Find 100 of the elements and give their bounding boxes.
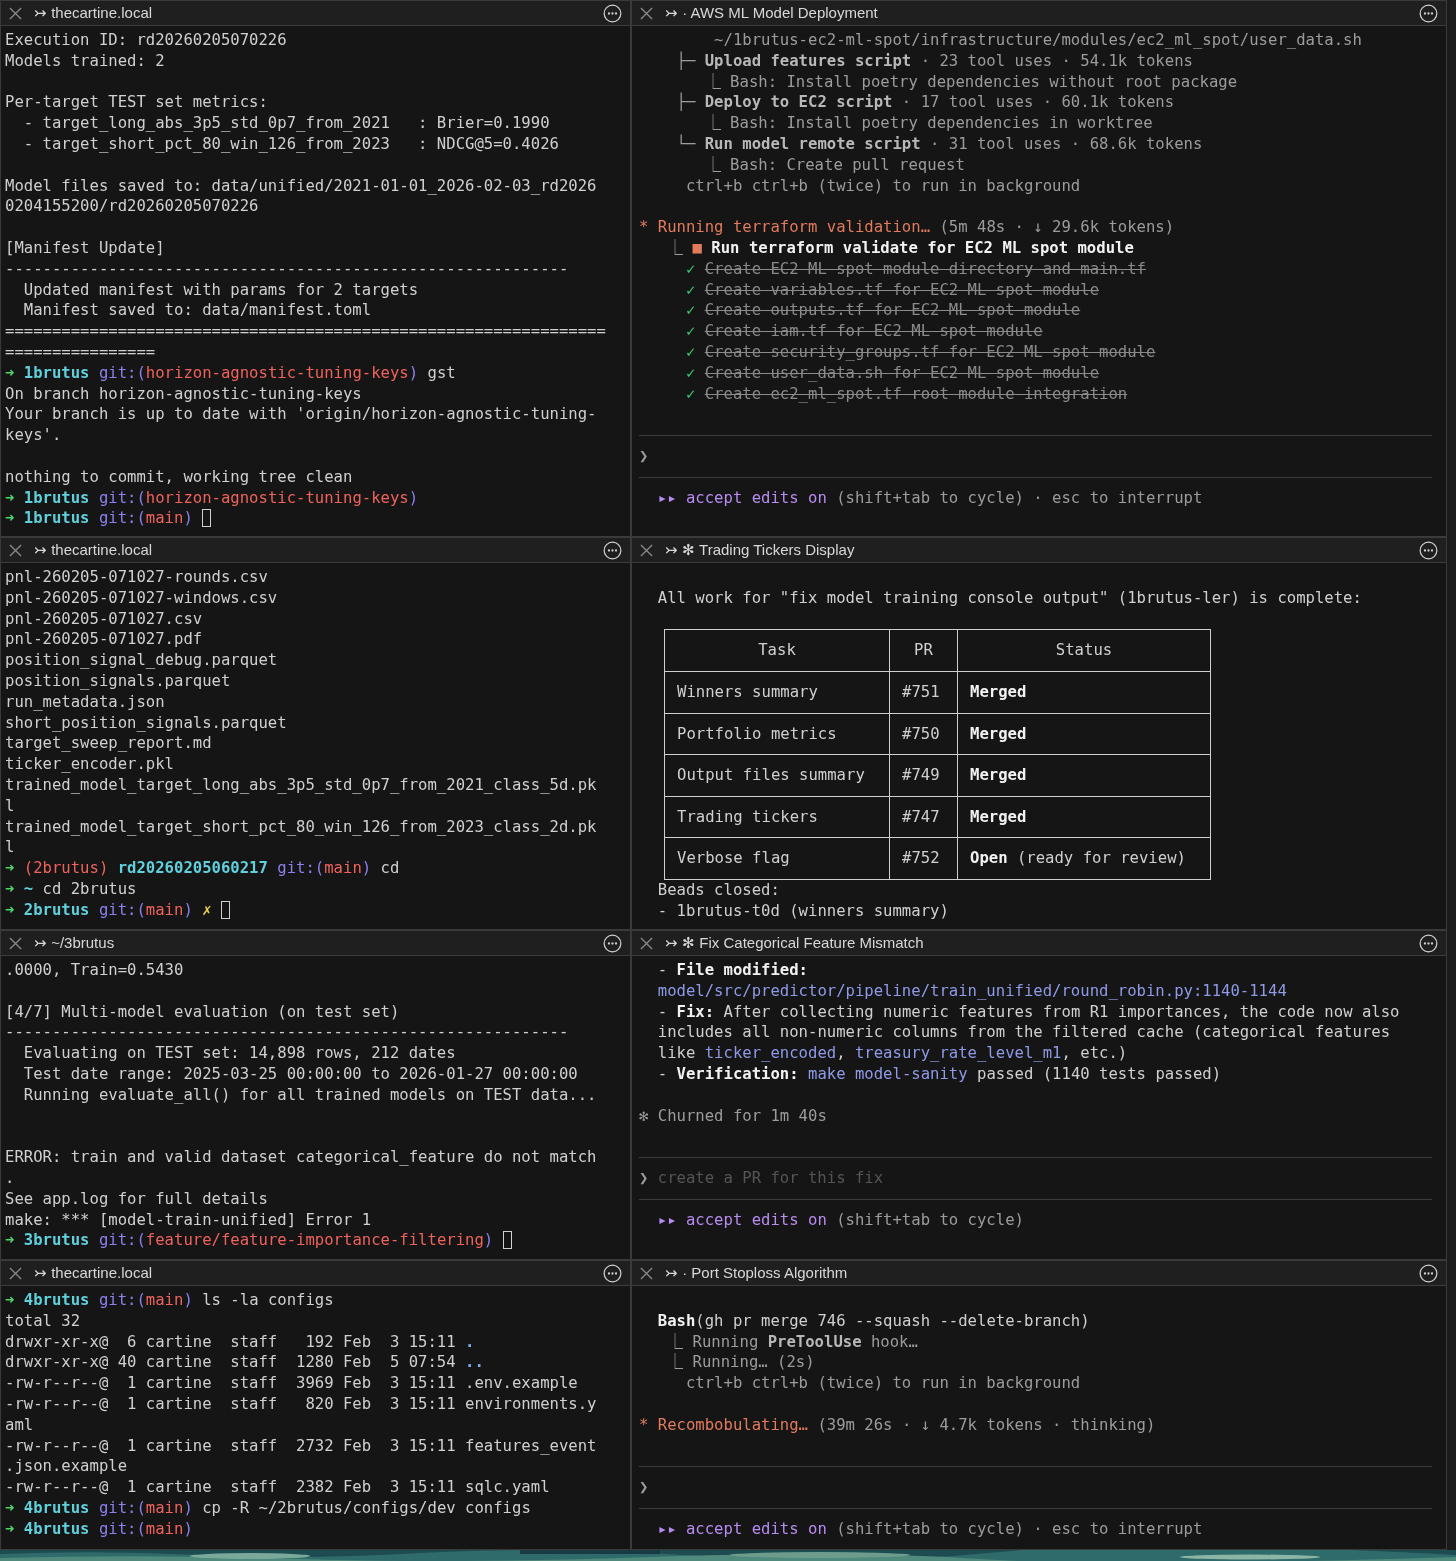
terminal-line: Model files saved to: data/unified/2021-01-01_2026-02-03_rd2026	[5, 175, 597, 197]
table-cell: Merged	[957, 713, 1210, 755]
terminal-line: ➜ 1brutus git:(main)	[5, 508, 212, 530]
close-icon[interactable]	[9, 1266, 22, 1280]
more-icon[interactable]	[603, 3, 622, 23]
pane-title: ↣ thecartine.local	[34, 541, 154, 559]
close-icon[interactable]	[640, 1266, 653, 1280]
terminal-line: ================================================================	[5, 321, 606, 342]
column-header: Status	[957, 630, 1210, 671]
terminal-line: - File modified:	[656, 960, 808, 981]
terminal-line: [Manifest Update]	[5, 237, 165, 259]
terminal-line: - target_long_abs_3p5_std_0p7_from_2021 : Brier=0.1990	[22, 113, 550, 134]
terminal-line: -rw-r--r--@ 1 cartine staff 2732 Feb 3 15:11 features_event	[5, 1435, 597, 1457]
terminal-line: ├─ Upload features script · 23 tool uses · 54.1k tokens	[675, 50, 1193, 72]
terminal-line: Evaluating on TEST set: 14,898 rows, 212 dates	[22, 1043, 456, 1064]
terminal-line: - Fix: After collecting numeric features from R1 importances, the code now also	[656, 1001, 1400, 1023]
column-header: PR	[889, 630, 957, 671]
terminal-line: pnl-260205-071027.csv	[5, 608, 203, 630]
terminal-line: Manifest saved to: data/manifest.toml	[22, 300, 372, 322]
table-cell: #749	[889, 755, 957, 796]
terminal-line: -rw-r--r--@ 1 cartine staff 3969 Feb 3 15:11 .env.example	[5, 1373, 578, 1394]
terminal-line: Test date range: 2025-03-25 00:00:00 to 2026-01-27 00:00:00	[22, 1064, 578, 1085]
terminal-line: l	[5, 795, 15, 817]
terminal-line: Beads closed:	[656, 879, 780, 901]
terminal-line: Your branch is up to date with 'origin/horizon-agnostic-tuning-	[5, 404, 597, 426]
terminal-line: target_sweep_report.md	[5, 733, 212, 755]
table-cell: Merged	[957, 796, 1210, 838]
table-cell: #747	[889, 796, 957, 838]
terminal-line: ------------------------------------------------------------	[5, 258, 569, 280]
prompt-input-field[interactable]: ❯ create a PR for this fix	[639, 1167, 1432, 1189]
terminal-line: position_signals.parquet	[5, 671, 231, 692]
terminal-line: ➜ (2brutus) rd20260205060217 git:(main) cd	[5, 858, 400, 879]
terminal-line: On branch horizon-agnostic-tuning-keys	[5, 383, 362, 405]
terminal-line: ➜ ~ cd 2brutus	[5, 878, 137, 900]
terminal-line: └─ Run model remote script · 31 tool uses · 68.6k tokens	[675, 134, 1203, 155]
more-icon[interactable]	[1419, 933, 1438, 953]
terminal-line: aml	[5, 1414, 34, 1436]
table-cell-text: Trading tickers	[676, 806, 819, 828]
terminal-line: total 32	[5, 1310, 81, 1332]
table-cell: #752	[889, 838, 957, 879]
terminal-line: Execution ID: rd20260205070226	[5, 30, 287, 51]
terminal-line: ➜ 4brutus git:(main)	[5, 1518, 193, 1540]
column-header: Task	[757, 640, 797, 662]
more-icon[interactable]	[603, 1263, 622, 1283]
terminal-line: pnl-260205-071027-rounds.csv	[5, 567, 268, 588]
terminal-line: .	[5, 1167, 15, 1189]
terminal-line: drwxr-xr-x@ 40 cartine staff 1280 Feb 5 07:54 ..	[5, 1352, 484, 1374]
terminal-line: includes all non-numeric columns from the filtered cache (categorical features	[656, 1022, 1391, 1044]
terminal-line: -rw-r--r--@ 1 cartine staff 2382 Feb 3 15:11 sqlc.yaml	[5, 1477, 550, 1498]
terminal-line: ▸▸ accept edits on (shift+tab to cycle) · esc to interrupt	[656, 487, 1203, 509]
pane-title: ↣ thecartine.local	[34, 4, 154, 22]
close-icon[interactable]	[640, 936, 653, 950]
terminal-line: pnl-260205-071027.pdf	[5, 629, 203, 651]
terminal-line: - target_short_pct_80_win_126_from_2023 : NDCG@5=0.4026	[22, 134, 559, 155]
terminal-line: * Recombobulating… (39m 26s · ↓ 4.7k tokens · thinking)	[639, 1414, 1156, 1436]
terminal-line: make: *** [model-train-unified] Error 1	[5, 1209, 372, 1231]
terminal-line: ctrl+b ctrl+b (twice) to run in background	[684, 175, 1081, 197]
close-icon[interactable]	[9, 936, 22, 950]
more-icon[interactable]	[1419, 540, 1438, 560]
terminal-line: [4/7] Multi-model evaluation (on test set)	[5, 1001, 400, 1023]
pane-title: ↣ · Port Stoploss Algorithm	[665, 1264, 849, 1282]
terminal-line: * Running terraform validation… (5m 48s · ↓ 29.6k tokens)	[639, 217, 1175, 238]
terminal-line: - 1brutus-t0d (winners summary)	[656, 900, 949, 922]
terminal-line: Bash(gh pr merge 746 --squash --delete-branch)	[656, 1310, 1090, 1332]
terminal-line: .json.example	[5, 1456, 128, 1478]
close-icon[interactable]	[640, 6, 653, 20]
terminal-line: - Verification: make model-sanity passed (1140 tests passed)	[656, 1064, 1222, 1085]
prompt-input-field[interactable]: ❯	[639, 1477, 1432, 1498]
terminal-line: like ticker_encoded, treasury_rate_level_m1, etc.)	[656, 1043, 1128, 1064]
more-icon[interactable]	[1419, 3, 1438, 23]
terminal-line: ticker_encoder.pkl	[5, 754, 174, 775]
terminal-line: Per-target TEST set metrics:	[5, 92, 268, 114]
table-cell: Merged	[957, 672, 1210, 713]
terminal-line: l	[5, 837, 15, 859]
terminal-line: ⎿ Bash: Install poetry dependencies without root package	[703, 71, 1238, 93]
pane-title: ↣ ~/3brutus	[34, 934, 116, 952]
terminal-line: ✻ Churned for 1m 40s	[639, 1105, 827, 1127]
close-icon[interactable]	[9, 6, 22, 20]
terminal-line: ➜ 4brutus git:(main) ls -la configs	[5, 1290, 334, 1311]
pane-title: ↣ ✻ Fix Categorical Feature Mismatch	[665, 934, 925, 952]
terminal-line: ERROR: train and valid dataset categorical_feature do not match	[5, 1147, 597, 1168]
terminal-line: All work for "fix model training console output" (1brutus-ler) is complete:	[656, 587, 1362, 609]
prompt-input-field[interactable]: ❯	[639, 445, 1432, 467]
table-cell-text: Winners summary	[676, 682, 819, 703]
terminal-line: ✓ Create ec2_ml_spot.tf root module integration	[684, 383, 1128, 405]
terminal-line: Running evaluate_all() for all trained models on TEST data...	[22, 1084, 597, 1106]
more-icon[interactable]	[603, 933, 622, 953]
terminal-line: drwxr-xr-x@ 6 cartine staff 192 Feb 3 15:11 .	[5, 1331, 475, 1353]
close-icon[interactable]	[9, 543, 22, 557]
terminal-line: ➜ 1brutus git:(horizon-agnostic-tuning-keys)	[5, 487, 419, 509]
terminal-line: ➜ 3brutus git:(feature/feature-importance-filtering)	[5, 1230, 512, 1252]
close-icon[interactable]	[640, 543, 653, 557]
table-cell: Open (ready for review)	[957, 838, 1210, 879]
pane-title: ↣ ✻ Trading Tickers Display	[665, 541, 856, 559]
terminal-line: ➜ 2brutus git:(main) ✗	[5, 899, 230, 921]
more-icon[interactable]	[603, 540, 622, 560]
terminal-line: pnl-260205-071027-windows.csv	[5, 587, 278, 609]
more-icon[interactable]	[1419, 1263, 1438, 1283]
table-cell: Merged	[957, 755, 1210, 796]
terminal-line: Updated manifest with params for 2 targets	[22, 279, 419, 301]
